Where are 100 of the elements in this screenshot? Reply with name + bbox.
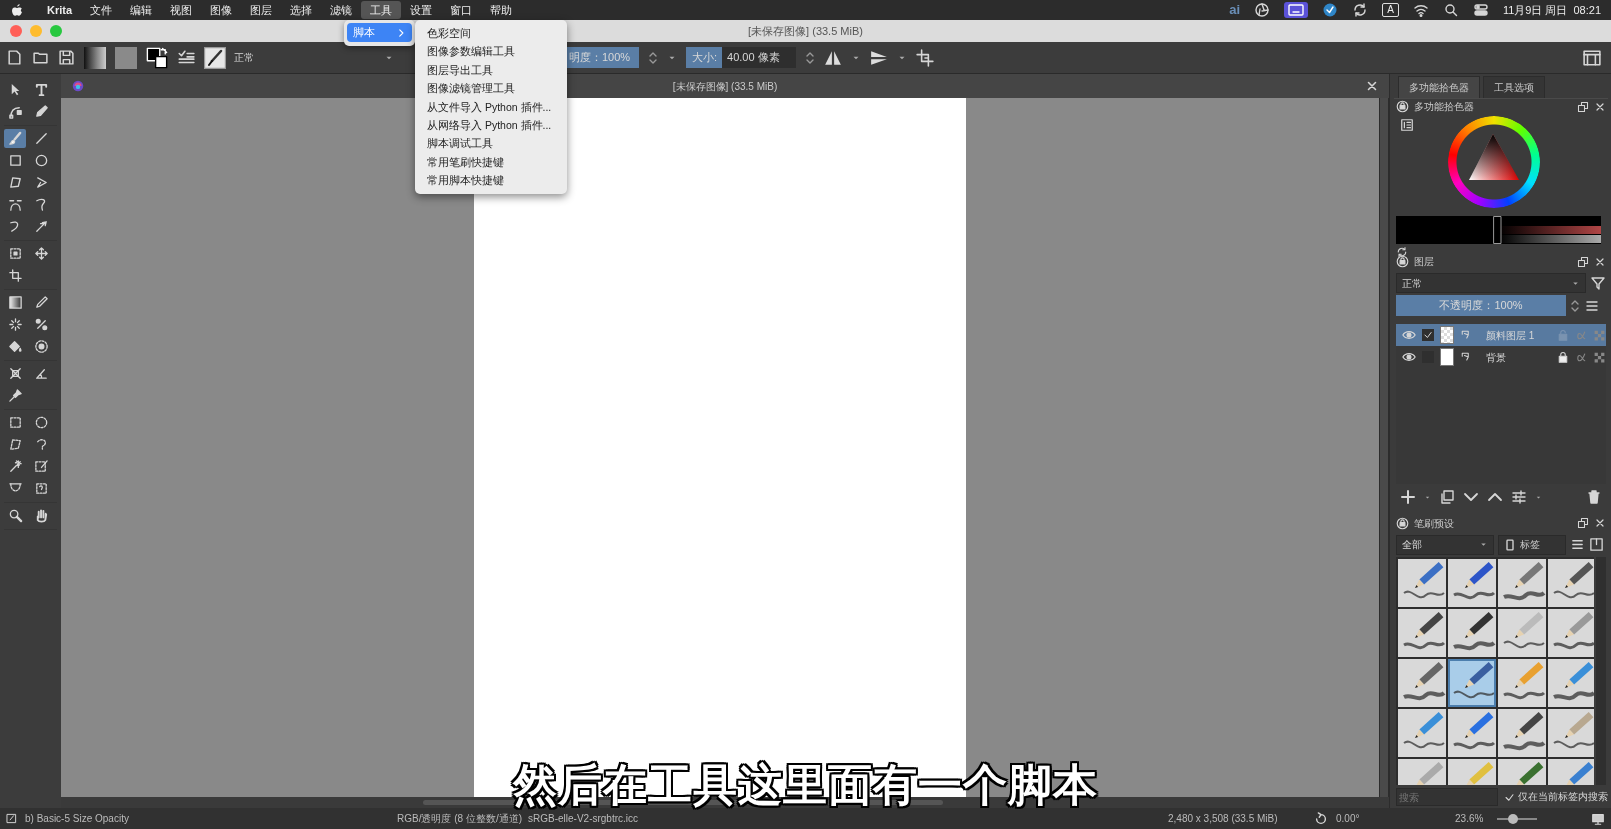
tag-button[interactable]: 标签 bbox=[1498, 534, 1566, 555]
brush-preset[interactable] bbox=[1548, 708, 1595, 757]
menu-item[interactable]: 窗口 bbox=[441, 0, 482, 20]
brush-preset[interactable] bbox=[1548, 608, 1595, 657]
menu-item[interactable]: 图像滤镜管理工具 bbox=[415, 79, 567, 98]
selector-settings-icon[interactable] bbox=[1400, 118, 1414, 132]
document-tab-title[interactable]: [未保存图像] (33.5 MiB) bbox=[672, 78, 778, 94]
brush-preset[interactable] bbox=[1448, 658, 1496, 707]
brush-size-slider[interactable]: 大小: 40.00 像素 bbox=[686, 47, 796, 68]
wrap-around-icon[interactable] bbox=[916, 48, 934, 67]
vertical-scrollbar[interactable] bbox=[1379, 98, 1389, 797]
search-field[interactable]: 搜索 bbox=[1396, 788, 1498, 807]
lock-dock-icon[interactable] bbox=[1396, 255, 1409, 268]
close-icon[interactable] bbox=[1365, 79, 1379, 93]
lock-icon[interactable] bbox=[1557, 351, 1569, 363]
brush-preset-icon[interactable] bbox=[204, 46, 226, 69]
apple-icon[interactable] bbox=[10, 3, 24, 17]
menu-item[interactable]: 常用脚本快捷键 bbox=[415, 171, 567, 190]
aperture-icon[interactable] bbox=[1254, 2, 1271, 18]
tag-filter-dropdown[interactable]: 全部 bbox=[1396, 534, 1494, 555]
screen-share-icon[interactable] bbox=[1284, 2, 1309, 18]
menu-item[interactable]: 图层导出工具 bbox=[415, 60, 567, 80]
filter-icon[interactable] bbox=[1590, 275, 1606, 291]
menu-item[interactable]: 图像参数编辑工具 bbox=[415, 42, 567, 61]
menu-item[interactable]: 视图 bbox=[161, 0, 202, 20]
save-icon[interactable] bbox=[58, 49, 75, 66]
wifi-icon[interactable] bbox=[1412, 2, 1429, 18]
menu-item[interactable]: 滤镜 bbox=[321, 0, 362, 20]
menu-item[interactable]: 脚本 bbox=[347, 23, 412, 42]
duplicate-icon[interactable] bbox=[1439, 489, 1455, 505]
sync-icon[interactable] bbox=[1352, 2, 1369, 18]
foreground-background-color-icon[interactable] bbox=[146, 46, 168, 69]
zoom-slider[interactable] bbox=[1497, 813, 1538, 824]
menubar-date[interactable]: 11月9日 周日 bbox=[1502, 1, 1568, 19]
brush-preset[interactable] bbox=[1398, 708, 1446, 757]
float-panel-icon[interactable] bbox=[1577, 517, 1589, 530]
monitor-icon[interactable] bbox=[1591, 811, 1605, 826]
layer-row[interactable]: 背景 bbox=[1396, 346, 1606, 368]
checker-icon[interactable] bbox=[1593, 350, 1606, 364]
inherit-alpha-icon[interactable] bbox=[1460, 351, 1472, 363]
alpha-icon[interactable] bbox=[1575, 351, 1587, 363]
trash-icon[interactable] bbox=[1586, 489, 1602, 505]
refresh-icon[interactable] bbox=[1396, 246, 1408, 258]
float-panel-icon[interactable] bbox=[1577, 100, 1589, 113]
menu-item[interactable]: 设置 bbox=[401, 0, 442, 20]
dock-layout-icon[interactable] bbox=[1583, 48, 1601, 67]
blend-mode-dropdown[interactable]: 正常 bbox=[1396, 273, 1586, 293]
menu-item[interactable]: 文件 bbox=[81, 0, 122, 20]
menu-item[interactable]: 脚本调试工具 bbox=[415, 134, 567, 153]
menu-item[interactable]: 选择 bbox=[281, 0, 322, 20]
menu-item[interactable]: 帮助 bbox=[481, 0, 522, 20]
menu-item[interactable]: 编辑 bbox=[121, 0, 162, 20]
layer-checkbox[interactable] bbox=[1422, 329, 1434, 341]
brush-preset[interactable] bbox=[1548, 558, 1595, 607]
dock-tab[interactable]: 多功能拾色器 bbox=[1398, 76, 1480, 98]
menu-item[interactable]: 图层 bbox=[241, 0, 282, 20]
brush-preset-icon[interactable] bbox=[6, 813, 17, 824]
menu-item[interactable]: 从网络导入 Python 插件... bbox=[415, 115, 567, 135]
new-document-icon[interactable] bbox=[6, 49, 23, 66]
lock-dock-icon[interactable] bbox=[1396, 100, 1409, 113]
checker-icon[interactable] bbox=[1593, 328, 1606, 342]
float-panel-icon[interactable] bbox=[1577, 255, 1589, 268]
search-icon[interactable] bbox=[1442, 2, 1459, 18]
menu-item[interactable]: 图像 bbox=[201, 0, 242, 20]
brush-preset[interactable] bbox=[1448, 558, 1496, 607]
brush-preset[interactable] bbox=[1448, 708, 1496, 757]
menu-item[interactable]: 色彩空间 bbox=[415, 24, 567, 43]
plus-icon[interactable] bbox=[1400, 489, 1416, 505]
brush-preset[interactable] bbox=[1498, 708, 1546, 757]
brush-preset[interactable] bbox=[1498, 558, 1546, 607]
tool-button[interactable] bbox=[4, 129, 26, 148]
app-menu[interactable]: Krita bbox=[38, 0, 82, 20]
menu-item[interactable]: 工具 bbox=[361, 0, 402, 20]
rotate-icon[interactable] bbox=[1314, 811, 1328, 826]
gradient-swatch[interactable] bbox=[84, 46, 106, 69]
brush-preset[interactable] bbox=[1498, 608, 1546, 657]
eye-icon[interactable] bbox=[1402, 350, 1416, 364]
menu-item[interactable]: 常用笔刷快捷键 bbox=[415, 152, 567, 172]
brush-preset[interactable] bbox=[1398, 558, 1446, 607]
brush-preset[interactable] bbox=[1398, 608, 1446, 657]
brush-preset[interactable] bbox=[1548, 658, 1595, 707]
check-circle-icon[interactable] bbox=[1322, 2, 1339, 18]
brush-preset[interactable] bbox=[1498, 658, 1546, 707]
menubar-time[interactable]: 08:21 bbox=[1573, 1, 1601, 19]
brush-preset[interactable] bbox=[1448, 608, 1496, 657]
input-source-indicator[interactable]: A bbox=[1382, 3, 1399, 17]
app-status-item[interactable]: ai bbox=[1229, 0, 1241, 20]
checkbox-checked-icon[interactable] bbox=[1504, 791, 1515, 803]
pattern-swatch[interactable] bbox=[115, 46, 137, 69]
mirror-vertical-icon[interactable] bbox=[870, 48, 888, 67]
rectangle-select-icon bbox=[7, 415, 23, 430]
brush-preset[interactable] bbox=[1398, 658, 1446, 707]
menu-item[interactable]: 从文件导入 Python 插件... bbox=[415, 97, 567, 116]
toggle-switches-icon[interactable] bbox=[1472, 2, 1489, 18]
properties-icon[interactable] bbox=[1511, 489, 1527, 505]
checkbox-label[interactable]: 仅在当前标签内搜索 bbox=[1518, 790, 1608, 805]
panel-toggle-icon[interactable] bbox=[1589, 537, 1604, 553]
lock-dock-icon[interactable] bbox=[1396, 516, 1409, 530]
dock-tab[interactable]: 工具选项 bbox=[1483, 76, 1545, 98]
color-bars-drawing[interactable] bbox=[1396, 216, 1601, 244]
